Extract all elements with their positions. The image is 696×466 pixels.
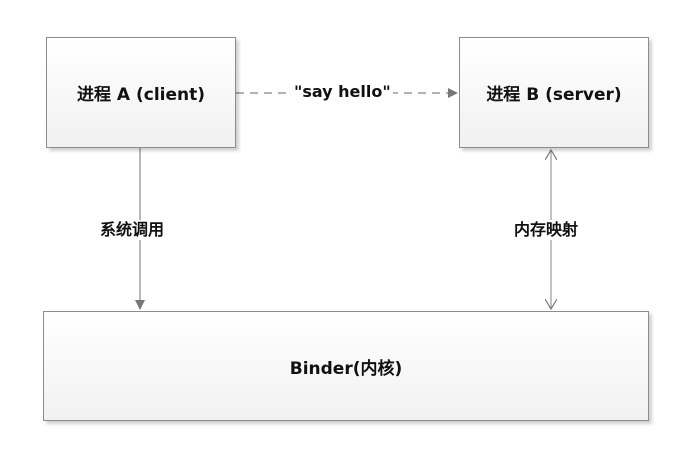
diagram-canvas: 进程 A (client) 进程 B (server) Binder(内核) "… (0, 0, 696, 466)
process-a-node: 进程 A (client) (46, 37, 236, 148)
binder-node: Binder(内核) (43, 311, 649, 421)
process-b-node: 进程 B (server) (459, 37, 649, 148)
system-call-label: 系统调用 (98, 220, 167, 240)
memory-mapping-label: 内存映射 (512, 220, 581, 240)
binder-label: Binder(内核) (289, 358, 403, 379)
process-b-label: 进程 B (server) (486, 85, 622, 105)
say-hello-label: "say hello" (292, 82, 393, 102)
process-a-label: 进程 A (client) (76, 85, 206, 105)
